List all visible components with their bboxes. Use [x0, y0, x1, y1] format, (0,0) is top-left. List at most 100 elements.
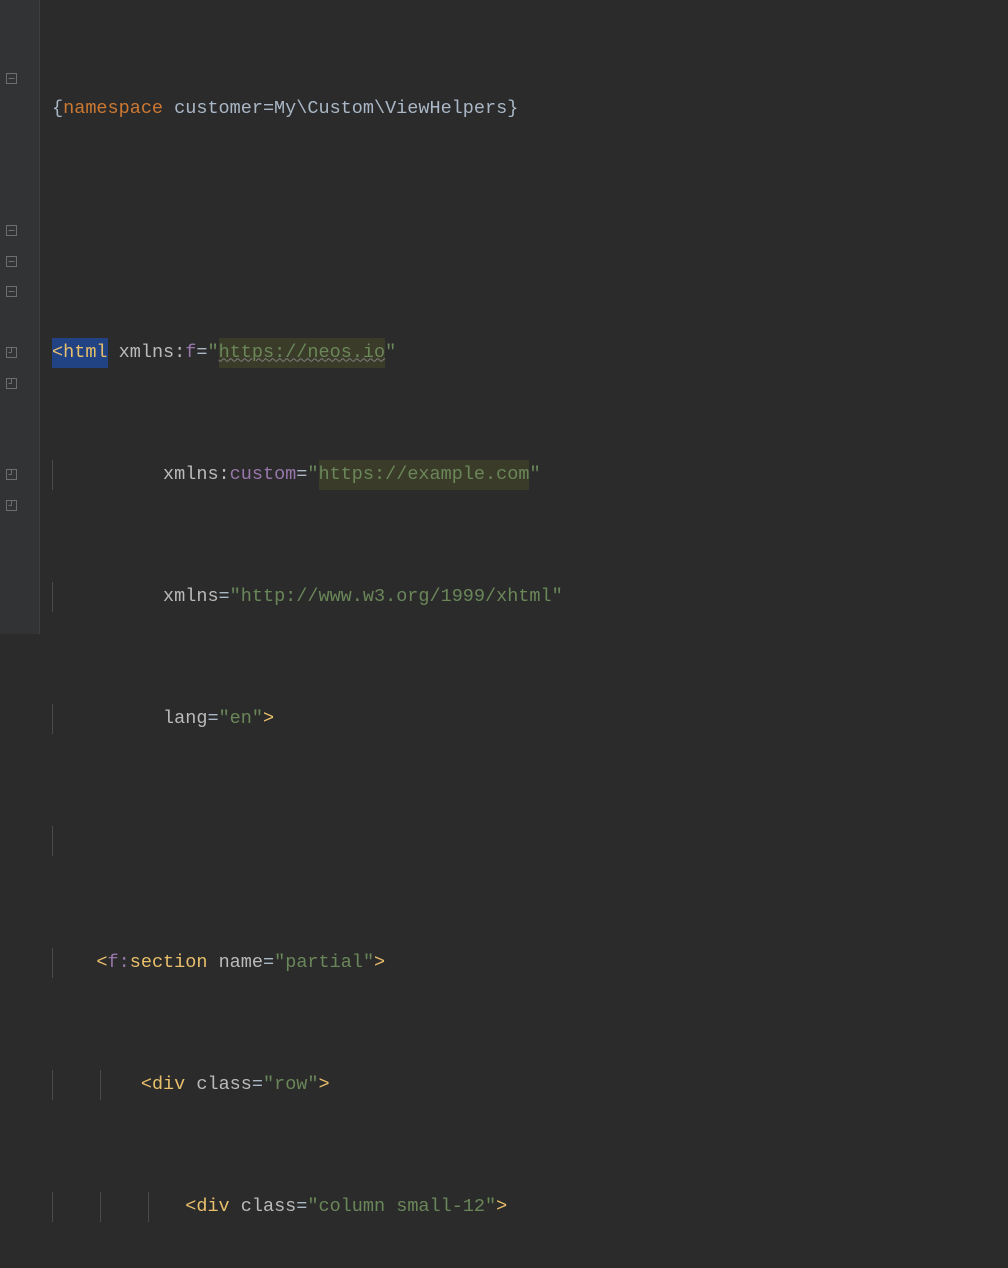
code-line: <html xmlns:f="https://neos.io": [52, 338, 1008, 369]
namespace-value: customer=My\Custom\ViewHelpers: [174, 94, 507, 125]
quote: ": [307, 460, 318, 491]
space: [207, 948, 218, 979]
gutter-row: [0, 2, 39, 33]
angle-open: <: [185, 1192, 196, 1223]
quote: ": [230, 582, 241, 613]
tag-div: div: [196, 1192, 229, 1223]
tag-div: div: [152, 1070, 185, 1101]
quote: ": [219, 704, 230, 735]
tag-open-html: <html: [52, 338, 108, 369]
equals: =: [219, 582, 230, 613]
code-line: [52, 216, 1008, 247]
gutter-row: [0, 33, 39, 64]
code-area[interactable]: {namespace customer=My\Custom\ViewHelper…: [40, 0, 1008, 634]
fold-end-icon[interactable]: [6, 469, 17, 480]
equals: =: [296, 460, 307, 491]
lang-val: en: [230, 704, 252, 735]
tag-section: section: [130, 948, 208, 979]
gutter-row: [0, 124, 39, 155]
fold-minus-icon[interactable]: [6, 73, 17, 84]
fold-end-icon[interactable]: [6, 378, 17, 389]
gutter-row: [0, 185, 39, 216]
space: [230, 1192, 241, 1223]
equals: =: [296, 1192, 307, 1223]
indent-guide: [52, 1192, 53, 1223]
code-line: <div class="column small-12">: [52, 1192, 1008, 1223]
url-example: https://example.com: [319, 460, 530, 491]
quote: ": [363, 948, 374, 979]
angle-close: >: [263, 704, 274, 735]
quote: ": [207, 338, 218, 369]
quote: ": [274, 948, 285, 979]
code-line: xmlns="http://www.w3.org/1999/xhtml": [52, 582, 1008, 613]
fold-end-icon[interactable]: [6, 500, 17, 511]
indent-guide: [100, 1070, 101, 1101]
quote: ": [529, 460, 540, 491]
gutter-row: [0, 307, 39, 338]
space: [108, 338, 119, 369]
gutter-row: [0, 338, 39, 369]
gutter-row: [0, 277, 39, 308]
quote: ": [263, 1070, 274, 1101]
quote: ": [307, 1070, 318, 1101]
gutter-row: [0, 246, 39, 277]
brace-open: {: [52, 94, 63, 125]
indent-guide: [52, 826, 53, 857]
val-row: row: [274, 1070, 307, 1101]
gutter-row: [0, 460, 39, 491]
equals: =: [252, 1070, 263, 1101]
fold-minus-icon[interactable]: [6, 286, 17, 297]
quote: ": [307, 1192, 318, 1223]
quote: ": [385, 338, 396, 369]
angle-open: <: [96, 948, 107, 979]
indent-guide: [52, 704, 53, 735]
gutter-row: [0, 429, 39, 460]
equals: =: [207, 704, 218, 735]
code-line: <f:section name="partial">: [52, 948, 1008, 979]
equals: =: [263, 948, 274, 979]
val-partial: partial: [285, 948, 363, 979]
code-line: {namespace customer=My\Custom\ViewHelper…: [52, 94, 1008, 125]
angle-close: >: [319, 1070, 330, 1101]
code-line: lang="en">: [52, 704, 1008, 735]
indent-guide: [148, 1192, 149, 1223]
indent: [52, 1192, 185, 1223]
gutter: [0, 0, 40, 634]
indent: [52, 460, 163, 491]
gutter-row: [0, 216, 39, 247]
code-line: <div class="row">: [52, 1070, 1008, 1101]
angle-close: >: [496, 1192, 507, 1223]
quote: ": [552, 582, 563, 613]
indent-guide: [52, 460, 53, 491]
attr-xmlns: xmlns: [163, 582, 219, 613]
equals: =: [196, 338, 207, 369]
attr-name: name: [219, 948, 263, 979]
fold-minus-icon[interactable]: [6, 256, 17, 267]
fold-minus-icon[interactable]: [6, 225, 17, 236]
gutter-row: [0, 155, 39, 186]
ns-f: f:: [108, 948, 130, 979]
indent: [52, 1070, 141, 1101]
quote: ": [252, 704, 263, 735]
val-column: column small-12: [319, 1192, 486, 1223]
gutter-row: [0, 368, 39, 399]
ns-custom: custom: [230, 460, 297, 491]
code-line: [52, 826, 1008, 857]
quote: ": [485, 1192, 496, 1223]
indent-guide: [52, 948, 53, 979]
attr-class: class: [241, 1192, 297, 1223]
brace-close: }: [507, 94, 518, 125]
gutter-row: [0, 63, 39, 94]
attr-lang: lang: [163, 704, 207, 735]
keyword-namespace: namespace: [63, 94, 163, 125]
attr-class: class: [196, 1070, 252, 1101]
url-neos: https://neos.io: [219, 338, 386, 369]
fold-end-icon[interactable]: [6, 347, 17, 358]
gutter-row: [0, 399, 39, 430]
space: [185, 1070, 196, 1101]
code-editor: {namespace customer=My\Custom\ViewHelper…: [0, 0, 1008, 634]
indent-guide: [52, 1070, 53, 1101]
angle-open: <: [141, 1070, 152, 1101]
tag-name-html: html: [63, 342, 107, 363]
gutter-row: [0, 94, 39, 125]
